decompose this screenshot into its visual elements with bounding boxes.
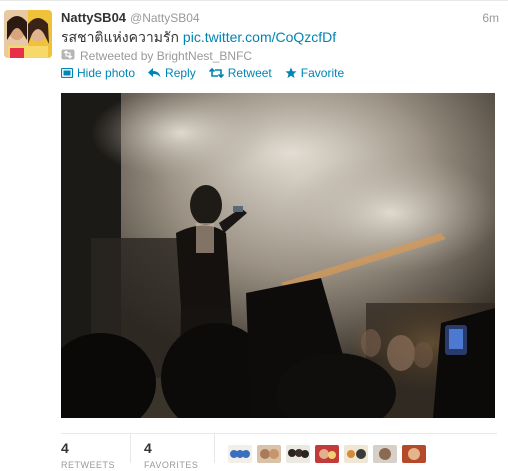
user-avatar[interactable] bbox=[402, 445, 426, 463]
favorite-button[interactable]: Favorite bbox=[285, 65, 344, 81]
retweets-label: RETWEETS bbox=[61, 460, 116, 470]
favorites-label: FAVORITES bbox=[144, 460, 199, 470]
retweet-small-icon bbox=[61, 48, 75, 64]
tweet-author-name[interactable]: NattySB04 bbox=[61, 10, 126, 25]
retweets-count: 4 bbox=[61, 440, 69, 456]
tweet-text: รสชาติแห่งความรัก pic.twitter.com/CoQzcfD… bbox=[61, 28, 336, 46]
reply-label: Reply bbox=[165, 66, 196, 80]
hide-photo-label: Hide photo bbox=[77, 66, 136, 80]
favorites-count: 4 bbox=[144, 440, 152, 456]
tweet-timestamp[interactable]: 6m bbox=[482, 11, 499, 25]
favorites-stat[interactable]: 4 FAVORITES bbox=[144, 440, 198, 471]
user-avatar[interactable] bbox=[257, 445, 281, 463]
retweet-icon bbox=[208, 68, 224, 78]
favorite-label: Favorite bbox=[300, 66, 345, 80]
reply-icon bbox=[148, 68, 161, 78]
tweet-photo[interactable] bbox=[61, 93, 495, 418]
user-avatar[interactable] bbox=[286, 445, 310, 463]
stats-separator bbox=[130, 434, 131, 463]
tweet-photo-link[interactable]: pic.twitter.com/CoQzcfDf bbox=[183, 29, 336, 45]
tweet-text-body: รสชาติแห่งความรัก bbox=[61, 29, 179, 45]
retweet-button[interactable]: Retweet bbox=[208, 65, 272, 81]
avatar[interactable] bbox=[4, 10, 52, 58]
photo-icon bbox=[61, 68, 73, 78]
user-avatar[interactable] bbox=[373, 445, 397, 463]
stats-divider bbox=[61, 433, 497, 434]
tweet-author-username[interactable]: @NattySB04 bbox=[130, 11, 200, 25]
retweets-stat[interactable]: 4 RETWEETS bbox=[61, 440, 115, 471]
tweet-actions: Hide photo Reply Retweet Favorite bbox=[61, 65, 344, 81]
stats-separator bbox=[214, 434, 215, 463]
top-divider bbox=[0, 0, 508, 1]
reply-button[interactable]: Reply bbox=[148, 65, 196, 81]
tweet-header: NattySB04 @NattySB04 bbox=[61, 10, 200, 26]
user-avatar[interactable] bbox=[228, 445, 252, 463]
user-avatar[interactable] bbox=[315, 445, 339, 463]
hide-photo-button[interactable]: Hide photo bbox=[61, 65, 135, 81]
retweeted-by-text[interactable]: Retweeted by BrightNest_BNFC bbox=[80, 48, 252, 64]
retweeted-by: Retweeted by BrightNest_BNFC bbox=[61, 48, 252, 64]
retweet-label: Retweet bbox=[227, 66, 272, 80]
user-avatar[interactable] bbox=[344, 445, 368, 463]
favorite-icon bbox=[285, 67, 297, 79]
user-faces bbox=[228, 445, 426, 463]
